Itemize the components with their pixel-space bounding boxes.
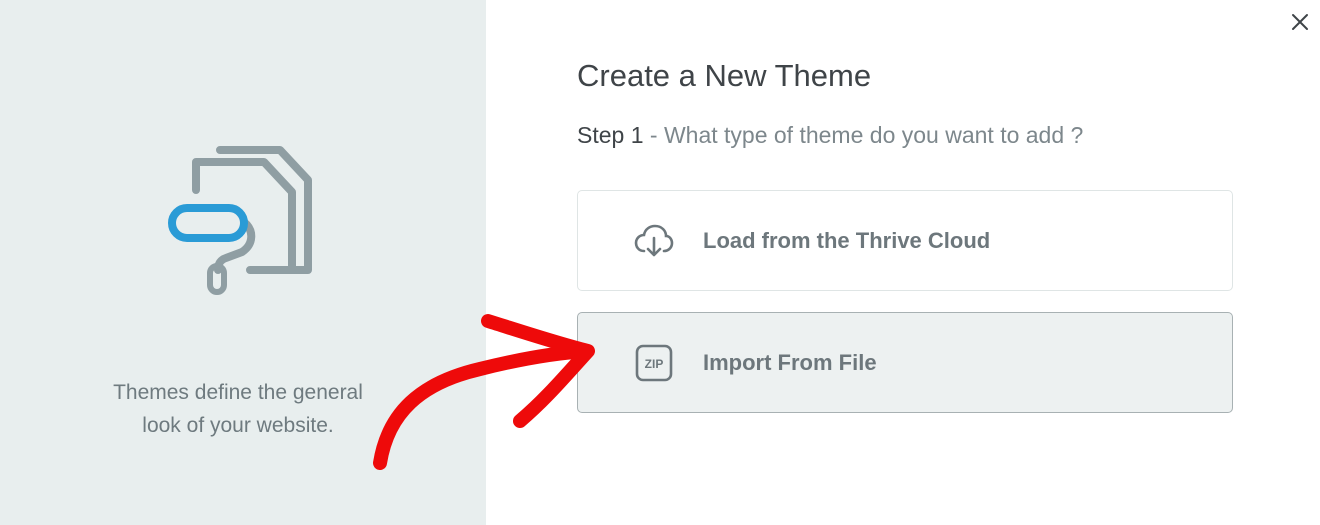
left-info-panel: Themes define the general look of your w… <box>0 0 486 525</box>
svg-text:ZIP: ZIP <box>645 357 664 371</box>
load-from-cloud-option[interactable]: Load from the Thrive Cloud <box>577 190 1233 291</box>
cloud-download-icon <box>634 224 674 257</box>
close-icon <box>1292 14 1308 30</box>
step-separator: - <box>643 122 664 148</box>
import-from-file-option[interactable]: ZIP Import From File <box>577 312 1233 413</box>
step-question: What type of theme do you want to add ? <box>663 122 1084 148</box>
import-from-file-label: Import From File <box>703 350 877 375</box>
left-caption: Themes define the general look of your w… <box>80 376 396 442</box>
option-icon-wrap: ZIP <box>634 343 674 383</box>
close-button[interactable] <box>1286 8 1314 36</box>
dialog-title: Create a New Theme <box>577 58 872 93</box>
load-from-cloud-label: Load from the Thrive Cloud <box>703 228 991 253</box>
caption-line-2: look of your website. <box>142 414 334 437</box>
caption-line-1: Themes define the general <box>113 381 363 404</box>
create-theme-modal: Themes define the general look of your w… <box>0 0 1320 525</box>
step-number: Step 1 <box>577 122 644 148</box>
option-icon-wrap <box>634 221 674 261</box>
zip-file-icon: ZIP <box>635 344 673 382</box>
step-line: Step 1 - What type of theme do you want … <box>577 122 1083 149</box>
paint-roller-pages-icon <box>168 146 312 295</box>
